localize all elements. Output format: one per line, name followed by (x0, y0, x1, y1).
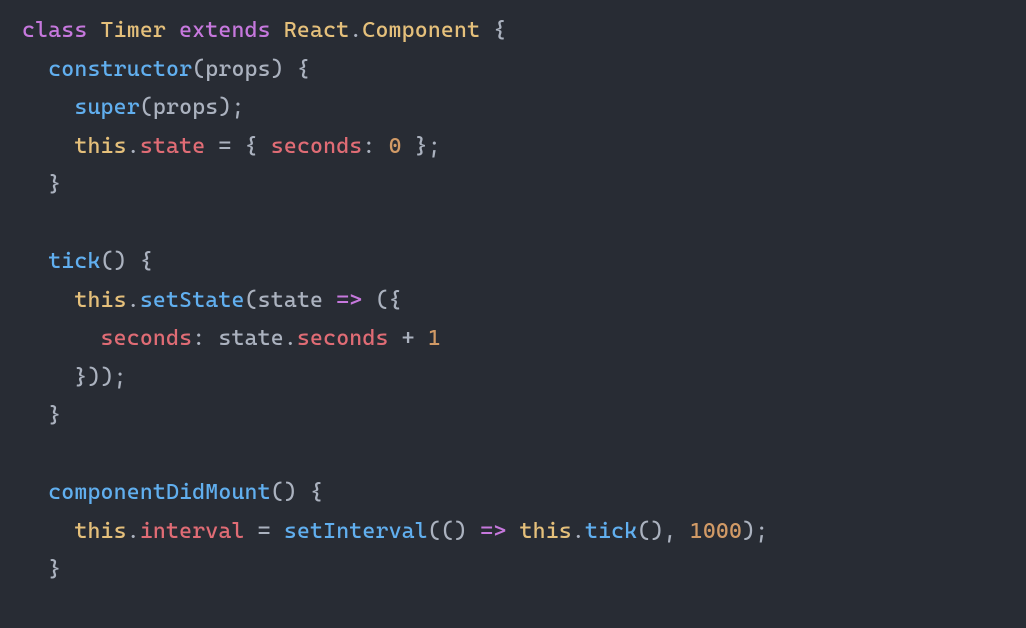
colon: : (192, 326, 205, 351)
line: class Timer extends React.Component { (22, 18, 506, 43)
semicolon: ; (755, 519, 768, 544)
semicolon: ; (231, 95, 244, 120)
rbrace: } (74, 365, 87, 390)
rparen: ) (114, 249, 127, 274)
dot: . (127, 519, 140, 544)
line: } (22, 172, 61, 197)
state-prop: state (140, 134, 205, 159)
super: super (74, 95, 139, 120)
equals: = (218, 134, 231, 159)
lbrace: { (297, 57, 310, 82)
namespace-react: React (284, 18, 349, 43)
interval-prop: interval (140, 519, 245, 544)
seconds-key: seconds (271, 134, 363, 159)
dot: . (127, 134, 140, 159)
rparen: ) (87, 365, 100, 390)
rparen: ) (218, 95, 231, 120)
this: this (74, 519, 126, 544)
this: this (520, 519, 572, 544)
lparen: ( (441, 519, 454, 544)
lparen: ( (271, 480, 284, 505)
this: this (74, 134, 126, 159)
lparen: ( (192, 57, 205, 82)
line: this.setState(state => ({ (22, 288, 402, 313)
lparen: ( (376, 288, 389, 313)
state-ref: state (218, 326, 283, 351)
line: })); (22, 365, 127, 390)
thousand: 1000 (690, 519, 742, 544)
line: } (22, 403, 61, 428)
code-block: class Timer extends React.Component { co… (22, 12, 1004, 590)
line: } (22, 557, 61, 582)
rbrace: } (48, 403, 61, 428)
keyword-extends: extends (179, 18, 271, 43)
dot: . (284, 326, 297, 351)
setinterval: setInterval (284, 519, 428, 544)
rbrace: } (48, 557, 61, 582)
lparen: ( (245, 288, 258, 313)
arrow: => (480, 519, 506, 544)
line: super(props); (22, 95, 245, 120)
props: props (153, 95, 218, 120)
one: 1 (428, 326, 441, 351)
semicolon: ; (428, 134, 441, 159)
dot: . (349, 18, 362, 43)
lparen: ( (140, 95, 153, 120)
zero: 0 (389, 134, 402, 159)
blank-line (22, 211, 35, 236)
colon: : (362, 134, 375, 159)
lbrace: { (493, 18, 506, 43)
comma: , (664, 519, 677, 544)
equals: = (258, 519, 271, 544)
line: this.interval = setInterval(() => this.t… (22, 519, 768, 544)
plus: + (402, 326, 415, 351)
method-tick: tick (48, 249, 100, 274)
line: seconds: state.seconds + 1 (22, 326, 441, 351)
dot: . (127, 288, 140, 313)
this: this (74, 288, 126, 313)
rparen: ) (454, 519, 467, 544)
rparen: ) (284, 480, 297, 505)
rbrace: } (48, 172, 61, 197)
keyword-class: class (22, 18, 87, 43)
state-param: state (258, 288, 323, 313)
arrow: => (336, 288, 362, 313)
rparen: ) (742, 519, 755, 544)
lparen: ( (637, 519, 650, 544)
rparen: ) (101, 365, 114, 390)
semicolon: ; (114, 365, 127, 390)
constructor: constructor (48, 57, 192, 82)
lbrace: { (140, 249, 153, 274)
lbrace: { (245, 134, 258, 159)
lparen: ( (101, 249, 114, 274)
param-props: props (205, 57, 270, 82)
line: constructor(props) { (22, 57, 310, 82)
seconds-key: seconds (101, 326, 193, 351)
line: componentDidMount() { (22, 480, 323, 505)
lbrace: { (310, 480, 323, 505)
dot: . (572, 519, 585, 544)
method-cdm: componentDidMount (48, 480, 271, 505)
lbrace: { (389, 288, 402, 313)
class-name: Timer (101, 18, 166, 43)
setstate: setState (140, 288, 245, 313)
line: tick() { (22, 249, 153, 274)
lparen: ( (428, 519, 441, 544)
rparen: ) (650, 519, 663, 544)
seconds-ref: seconds (297, 326, 389, 351)
component: Component (362, 18, 480, 43)
tick-call: tick (585, 519, 637, 544)
rbrace: } (415, 134, 428, 159)
blank-line (22, 442, 35, 467)
line: this.state = { seconds: 0 }; (22, 134, 441, 159)
rparen: ) (271, 57, 284, 82)
